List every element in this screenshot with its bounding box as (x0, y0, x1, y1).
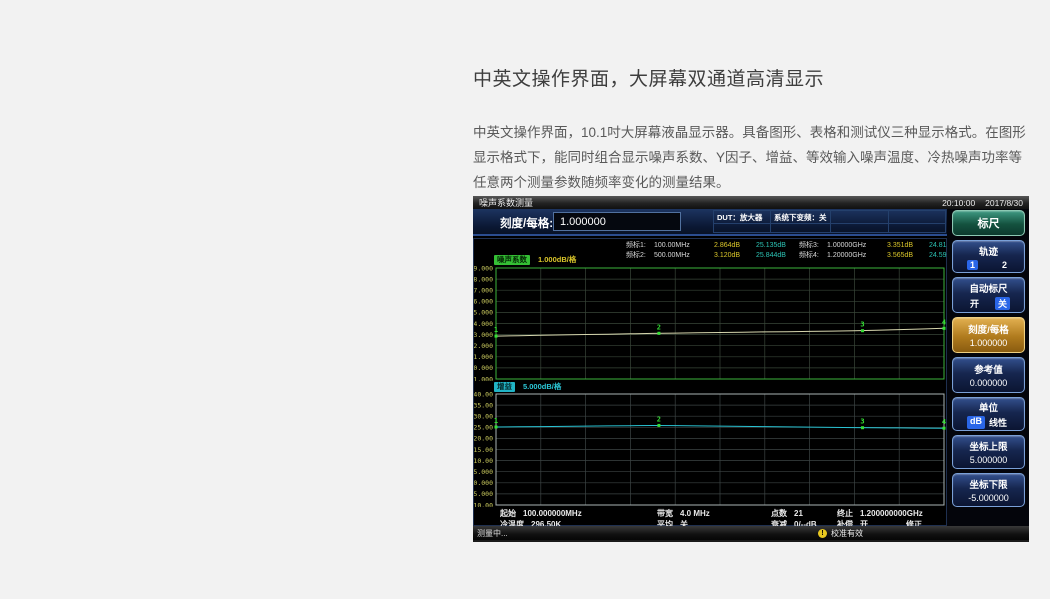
svg-text:-1.000: -1.000 (474, 375, 493, 381)
noise-figure-trace-label: 噪声系数 1.000dB/格 (494, 254, 576, 265)
softkey-column: 标尺 轨迹 1 2 自动标尺 开 关 刻度/每格 1.000000 参考值 0.… (947, 209, 1029, 526)
svg-text:4: 4 (942, 318, 946, 326)
svg-text:3: 3 (860, 321, 864, 329)
svg-text:3.000: 3.000 (474, 331, 493, 339)
svg-text:1: 1 (494, 417, 498, 425)
points: 点数 21 (771, 509, 803, 518)
instrument-title: 噪声系数测量 (479, 198, 534, 208)
svg-text:0.000: 0.000 (474, 364, 493, 372)
empty-cell (888, 210, 946, 224)
display-region: 刻度/每格: DUT：放大器 系统下变频：关 (473, 209, 959, 529)
svg-text:2: 2 (657, 323, 661, 331)
softkey-scale-per-div[interactable]: 刻度/每格 1.000000 (952, 317, 1025, 353)
unit-linear-option[interactable]: 线性 (986, 416, 1010, 429)
noise-figure-chart: 9.000 8.000 7.000 6.000 5.000 4.000 3.000 2.000… (474, 266, 946, 381)
warning-icon: ! (818, 529, 827, 538)
svg-text:25.00: 25.00 (474, 424, 493, 432)
date: 2017/8/30 (985, 197, 1023, 208)
gain-per-div: 5.000dB/格 (523, 382, 562, 391)
svg-text:4.000: 4.000 (474, 320, 493, 328)
status-bar: 测量中... ! 校准有效 (473, 526, 1029, 540)
dut-cell: DUT：放大器 (713, 210, 771, 224)
sys-downconv-cell: 系统下变频：关 (770, 210, 831, 224)
gain-chart: 40.00 35.00 30.00 25.00 20.00 15.00 10.00 5.000… (474, 392, 946, 507)
scale-per-div-label: 刻度/每格: (500, 218, 554, 230)
start-freq: 起始 100.000000MHz (500, 509, 582, 518)
softkey-menu-ruler[interactable]: 标尺 (952, 210, 1025, 236)
gain-trace-label: 增益 5.000dB/格 (494, 381, 561, 392)
svg-text:-5.000: -5.000 (474, 490, 493, 498)
svg-text:35.00: 35.00 (474, 401, 493, 409)
softkey-axis-upper-limit[interactable]: 坐标上限 5.000000 (952, 435, 1025, 469)
graph-display: 频标1: 100.00MHz 2.864dB 25.135dB 频标3: 1.0… (473, 238, 959, 529)
svg-text:6.000: 6.000 (474, 298, 493, 306)
autoscale-off-option[interactable]: 关 (994, 296, 1010, 310)
svg-text:10.00: 10.00 (474, 457, 493, 465)
marker-2-readout: 频标2: 500.00MHz 3.120dB 25.844dB (626, 252, 786, 259)
softkey-trace[interactable]: 轨迹 1 2 (952, 240, 1025, 273)
clock: 20:10:00 (942, 197, 976, 208)
measurement-config-table: DUT：放大器 系统下变频：关 (713, 210, 946, 233)
noise-figure-per-div: 1.000dB/格 (538, 255, 577, 264)
page-title: 中英文操作界面，大屏幕双通道高清显示 (473, 69, 825, 90)
svg-text:4: 4 (942, 418, 946, 426)
stop-freq: 终止 1.200000000GHz (837, 509, 923, 518)
marker-readout: 频标1: 100.00MHz 2.864dB 25.135dB 频标3: 1.0… (626, 241, 959, 261)
svg-text:3: 3 (860, 418, 864, 426)
svg-text:8.000: 8.000 (474, 275, 493, 283)
svg-text:-10.00: -10.00 (474, 501, 493, 507)
svg-text:5.000: 5.000 (474, 309, 493, 317)
calibration-status: ! 校准有效 (818, 528, 863, 539)
empty-cell (713, 223, 771, 233)
noise-figure-chip: 噪声系数 (494, 254, 530, 265)
noise-figure-analyzer-screenshot: 噪声系数测量 20:10:00 2017/8/30 刻度/每格: DUT：放大器… (473, 196, 1029, 542)
svg-text:5.000: 5.000 (474, 468, 493, 476)
entry-bar: 刻度/每格: DUT：放大器 系统下变频：关 (473, 209, 947, 236)
svg-text:2.000: 2.000 (474, 342, 493, 350)
softkey-autoscale[interactable]: 自动标尺 开 关 (952, 277, 1025, 313)
empty-cell (830, 223, 889, 233)
svg-text:1: 1 (494, 326, 498, 334)
autoscale-on-option[interactable]: 开 (967, 297, 982, 310)
empty-cell (830, 210, 889, 224)
scale-per-div-input[interactable] (553, 212, 681, 231)
marker-1-readout: 频标1: 100.00MHz 2.864dB 25.135dB (626, 242, 786, 249)
svg-text:1.000: 1.000 (474, 353, 493, 361)
instrument-titlebar: 噪声系数测量 20:10:00 2017/8/30 (473, 196, 1029, 209)
svg-text:15.00: 15.00 (474, 446, 493, 454)
svg-text:9.000: 9.000 (474, 266, 493, 272)
softkey-reference-value[interactable]: 参考值 0.000000 (952, 357, 1025, 393)
sweep-params-row: 起始 100.000000MHz 带宽 4.0 MHz 点数 21 终止 1.20000… (474, 508, 946, 518)
svg-text:2: 2 (657, 415, 661, 423)
empty-cell (888, 223, 946, 233)
svg-text:30.00: 30.00 (474, 413, 493, 421)
empty-cell (770, 223, 831, 233)
bandwidth: 带宽 4.0 MHz (657, 509, 710, 518)
gain-chip: 增益 (494, 381, 515, 392)
svg-text:0.000: 0.000 (474, 479, 493, 487)
status-message: 测量中... (477, 529, 508, 538)
softkey-unit[interactable]: 单位 dB 线性 (952, 397, 1025, 431)
trace-2-option[interactable]: 2 (999, 260, 1010, 270)
calibration-status-text: 校准有效 (831, 529, 863, 538)
unit-db-option[interactable]: dB (967, 415, 985, 429)
svg-text:7.000: 7.000 (474, 287, 493, 295)
svg-text:40.00: 40.00 (474, 392, 493, 398)
softkey-axis-lower-limit[interactable]: 坐标下限 -5.000000 (952, 473, 1025, 507)
intro-paragraph: 中英文操作界面，10.1吋大屏幕液晶显示器。具备图形、表格和测试仪三种显示格式。… (473, 125, 1026, 190)
trace-1-option[interactable]: 1 (967, 259, 979, 270)
svg-text:20.00: 20.00 (474, 435, 493, 443)
